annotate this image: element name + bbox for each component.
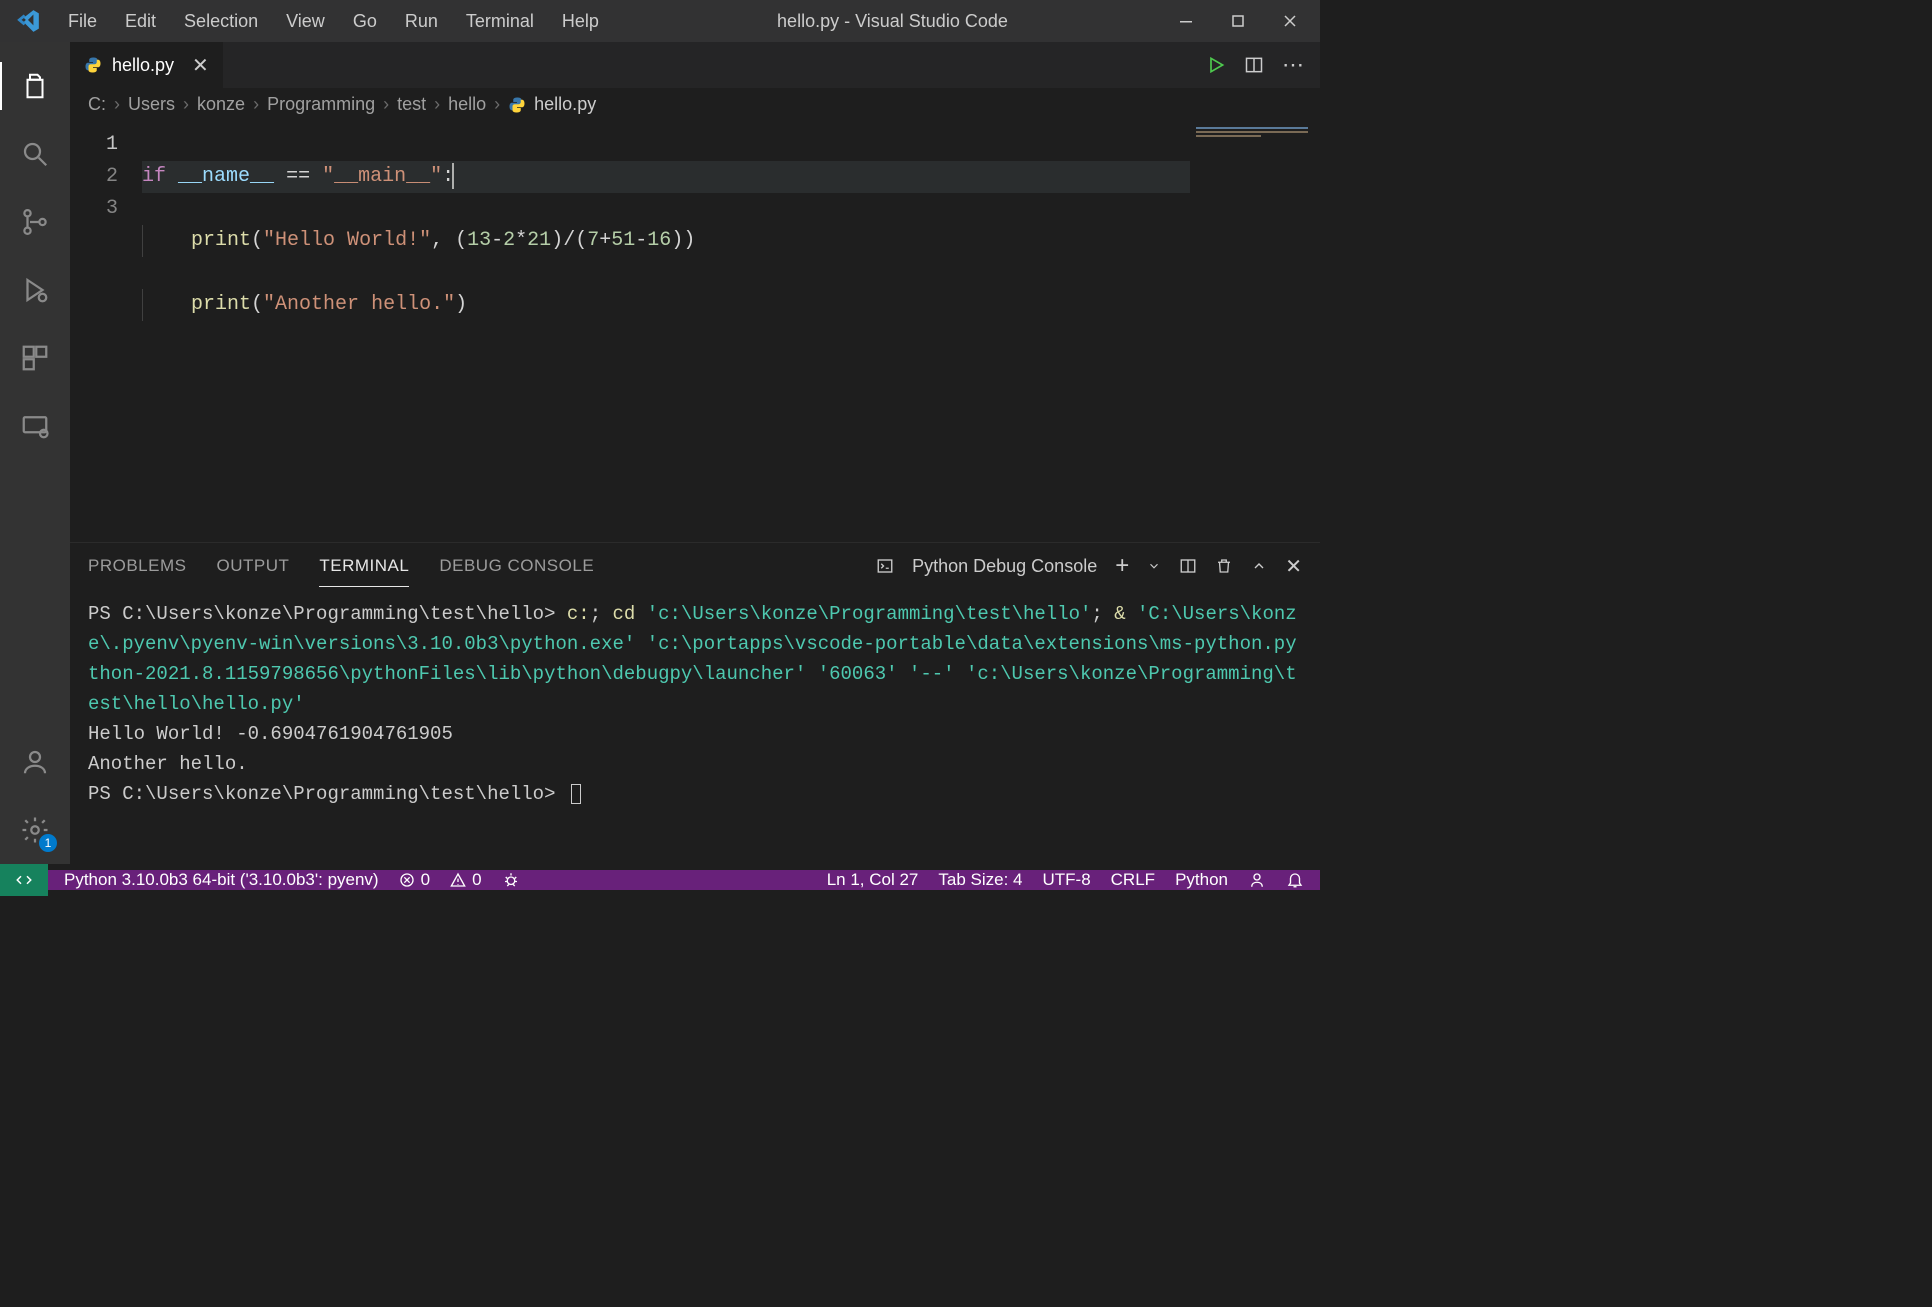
maximize-button[interactable] (1224, 7, 1252, 35)
editor-area: hello.py ✕ ⋯ C:› Users› konze› Programmi… (70, 42, 1320, 864)
status-feedback-icon[interactable] (1238, 871, 1276, 889)
menu-go[interactable]: Go (339, 5, 391, 38)
window-controls (1172, 7, 1312, 35)
menu-run[interactable]: Run (391, 5, 452, 38)
status-lncol[interactable]: Ln 1, Col 27 (817, 870, 929, 890)
status-encoding[interactable]: UTF-8 (1032, 870, 1100, 890)
panel-tabs: PROBLEMS OUTPUT TERMINAL DEBUG CONSOLE P… (70, 543, 1320, 589)
terminal-text: cd (613, 603, 636, 625)
status-notifications-icon[interactable] (1276, 871, 1314, 889)
menu-view[interactable]: View (272, 5, 339, 38)
extensions-icon[interactable] (11, 334, 59, 382)
terminal-dropdown-label[interactable]: Python Debug Console (912, 556, 1097, 577)
editor-actions: ⋯ (1190, 42, 1320, 88)
close-button[interactable] (1276, 7, 1304, 35)
menu-terminal[interactable]: Terminal (452, 5, 548, 38)
panel-tab-debugconsole[interactable]: DEBUG CONSOLE (439, 546, 594, 586)
breadcrumb-item[interactable]: konze (197, 94, 245, 115)
remote-indicator[interactable] (0, 864, 48, 896)
terminal-output: Hello World! -0.6904761904761905 (88, 719, 1302, 749)
terminal-prompt: PS C:\Users\konze\Programming\test\hello… (88, 783, 567, 805)
tab-hello-py[interactable]: hello.py ✕ (70, 42, 224, 88)
status-eol[interactable]: CRLF (1101, 870, 1165, 890)
breadcrumb-item[interactable]: C: (88, 94, 106, 115)
editor-cursor (452, 163, 454, 189)
tab-label: hello.py (112, 55, 174, 76)
terminal-text: 'c:\Users\konze\Programming\test\hello' (635, 603, 1091, 625)
terminal-text: PS C:\Users\konze\Programming\test\hello… (88, 603, 567, 625)
terminal-output: Another hello. (88, 749, 1302, 779)
terminal-text: & (1114, 603, 1137, 625)
python-file-icon (508, 96, 526, 114)
settings-icon[interactable]: 1 (11, 806, 59, 854)
menu-selection[interactable]: Selection (170, 5, 272, 38)
chevron-down-icon[interactable] (1147, 559, 1161, 573)
main-area: 1 hello.py ✕ ⋯ (0, 42, 1320, 864)
split-terminal-icon[interactable] (1179, 557, 1197, 575)
explorer-icon[interactable] (11, 62, 59, 110)
terminal-profile-icon[interactable] (876, 557, 894, 575)
titlebar: File Edit Selection View Go Run Terminal… (0, 0, 1320, 42)
vscode-logo-icon (14, 7, 42, 35)
status-errors[interactable]: 0 (389, 870, 440, 890)
new-terminal-icon[interactable]: + (1115, 552, 1129, 580)
menu-file[interactable]: File (54, 5, 111, 38)
line-number: 2 (70, 161, 118, 193)
menu-bar: File Edit Selection View Go Run Terminal… (54, 5, 613, 38)
menu-help[interactable]: Help (548, 5, 613, 38)
run-debug-icon[interactable] (11, 266, 59, 314)
status-warnings[interactable]: 0 (440, 870, 491, 890)
terminal-text: ; (1091, 603, 1114, 625)
accounts-icon[interactable] (11, 738, 59, 786)
terminal-cursor (571, 784, 581, 804)
code-editor[interactable]: 1 2 3 if __name__ == "__main__": print("… (70, 125, 1320, 542)
window-title: hello.py - Visual Studio Code (613, 11, 1172, 32)
activity-bar: 1 (0, 42, 70, 864)
more-actions-icon[interactable]: ⋯ (1282, 52, 1304, 78)
panel-tab-terminal[interactable]: TERMINAL (319, 546, 409, 587)
terminal-content[interactable]: PS C:\Users\konze\Programming\test\hello… (70, 589, 1320, 864)
errors-count: 0 (421, 870, 430, 890)
status-language[interactable]: Python (1165, 870, 1238, 890)
breadcrumb[interactable]: C:› Users› konze› Programming› test› hel… (70, 88, 1320, 125)
warnings-count: 0 (472, 870, 481, 890)
line-gutter: 1 2 3 (70, 125, 142, 542)
status-bar: Python 3.10.0b3 64-bit ('3.10.0b3': pyen… (0, 864, 1320, 896)
breadcrumb-item[interactable]: Users (128, 94, 175, 115)
minimap[interactable] (1190, 125, 1320, 542)
python-file-icon (84, 56, 102, 74)
panel-tab-output[interactable]: OUTPUT (216, 546, 289, 586)
breadcrumb-item[interactable]: hello (448, 94, 486, 115)
tab-close-icon[interactable]: ✕ (192, 53, 209, 78)
source-control-icon[interactable] (11, 198, 59, 246)
minimize-button[interactable] (1172, 7, 1200, 35)
breadcrumb-item[interactable]: Programming (267, 94, 375, 115)
split-editor-icon[interactable] (1244, 55, 1264, 75)
line-number: 3 (70, 193, 118, 225)
terminal-text: c: (567, 603, 590, 625)
settings-badge: 1 (39, 834, 57, 852)
breadcrumb-item[interactable]: hello.py (534, 94, 596, 115)
code-content[interactable]: if __name__ == "__main__": print("Hello … (142, 125, 1190, 542)
panel-tab-problems[interactable]: PROBLEMS (88, 546, 186, 586)
status-tabsize[interactable]: Tab Size: 4 (928, 870, 1032, 890)
tab-bar: hello.py ✕ ⋯ (70, 42, 1320, 88)
close-panel-icon[interactable]: ✕ (1285, 554, 1302, 579)
maximize-panel-icon[interactable] (1251, 558, 1267, 574)
search-icon[interactable] (11, 130, 59, 178)
panel: PROBLEMS OUTPUT TERMINAL DEBUG CONSOLE P… (70, 542, 1320, 864)
remote-explorer-icon[interactable] (11, 402, 59, 450)
terminal-text: ; (590, 603, 613, 625)
run-file-icon[interactable] (1206, 55, 1226, 75)
menu-edit[interactable]: Edit (111, 5, 170, 38)
status-debug-icon[interactable] (492, 871, 530, 889)
line-number: 1 (70, 129, 118, 161)
kill-terminal-icon[interactable] (1215, 557, 1233, 575)
breadcrumb-item[interactable]: test (397, 94, 426, 115)
status-python-env[interactable]: Python 3.10.0b3 64-bit ('3.10.0b3': pyen… (54, 870, 389, 890)
